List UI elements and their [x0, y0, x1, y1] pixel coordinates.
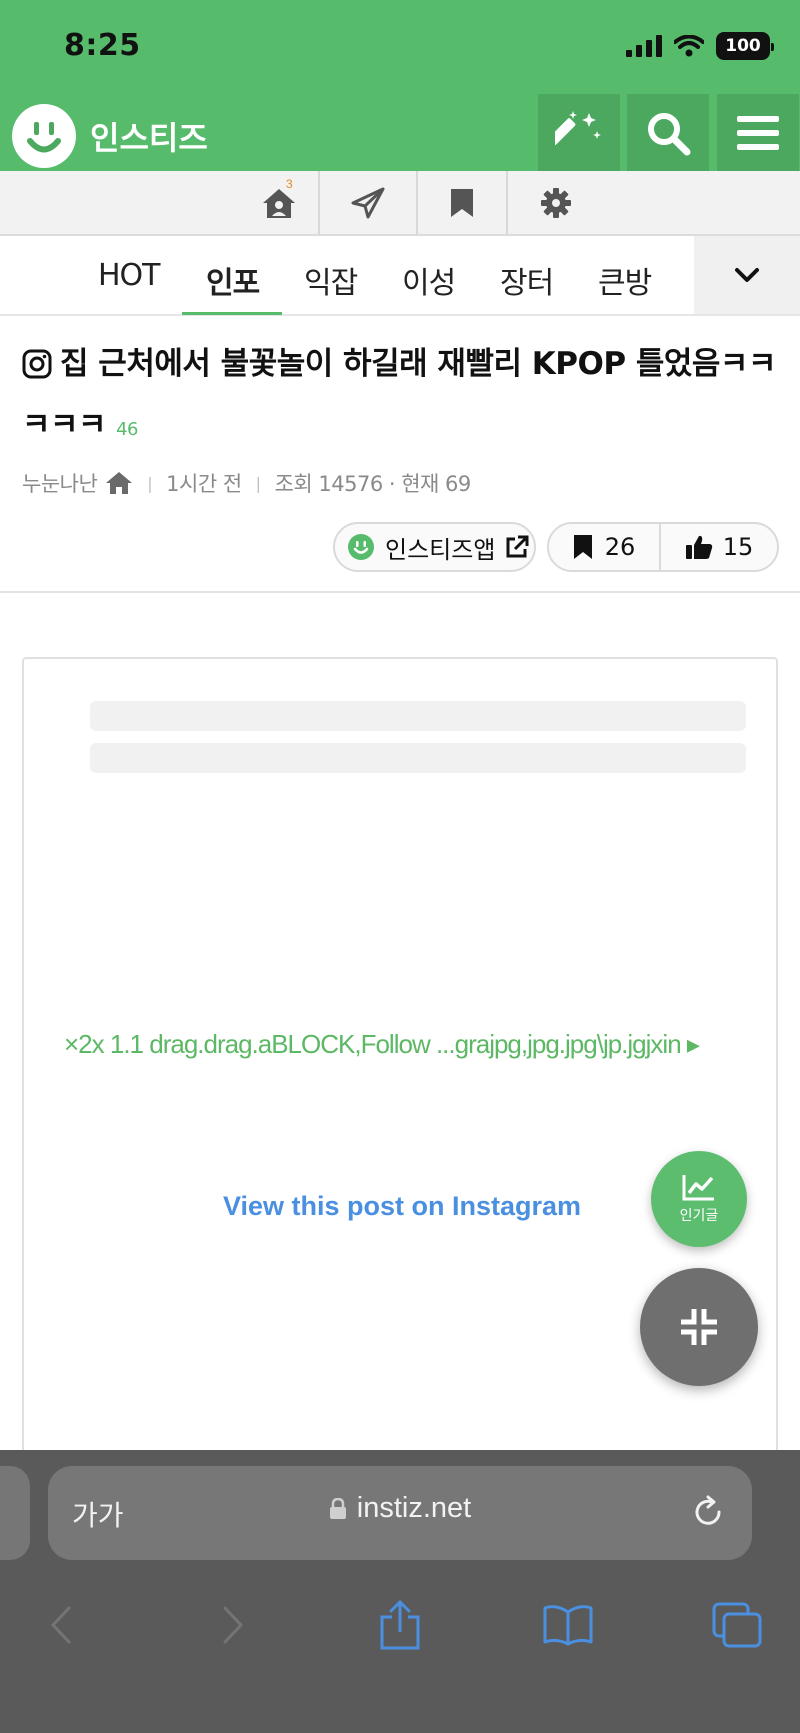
forward-button[interactable] — [198, 1590, 268, 1660]
settings-button[interactable] — [508, 171, 604, 234]
like-button[interactable]: 15 — [661, 524, 777, 570]
signal-icon — [626, 35, 662, 57]
thumbs-up-icon — [685, 535, 712, 559]
magic-wand-button[interactable] — [538, 94, 620, 171]
browser-nav — [0, 1590, 800, 1660]
chevron-down-icon — [735, 268, 759, 282]
home-badge: 3 — [286, 177, 293, 191]
gear-icon — [541, 187, 571, 218]
address-bar[interactable]: 가가 instiz.net — [48, 1466, 752, 1560]
loading-placeholder — [90, 743, 746, 773]
more-tabs-button[interactable] — [694, 236, 800, 314]
bookmark-icon — [451, 188, 473, 217]
url-text: instiz.net — [356, 1492, 472, 1524]
post-views: 조회 14576 · 현재 69 — [274, 472, 472, 496]
tab-iseong[interactable]: 이성 — [402, 258, 456, 302]
tabs-icon — [712, 1602, 762, 1648]
home-icon[interactable] — [105, 471, 133, 495]
lock-icon — [329, 1495, 347, 1528]
my-home-button[interactable]: 3 — [240, 171, 318, 234]
category-tabs: HOT 인포 익잡 이성 장터 큰방 — [0, 236, 800, 316]
post-title: 집 근처에서 불꽃놀이 하길래 재빨리 KPOP 틀었음ㅋㅋㅋㅋㅋ 46 — [22, 336, 782, 458]
post-meta: 누눈나난 | 1시간 전 | 조회 14576 · 현재 69 — [22, 468, 471, 498]
bookmarks-button[interactable] — [418, 171, 506, 234]
paper-plane-icon — [351, 187, 385, 218]
browser-toolbar: 가가 instiz.net — [0, 1450, 800, 1733]
menu-button[interactable] — [717, 94, 799, 171]
menu-icon — [737, 115, 779, 150]
search-button[interactable] — [627, 94, 709, 171]
popular-posts-button[interactable]: 인기글 — [651, 1151, 747, 1247]
messages-button[interactable] — [320, 171, 416, 234]
like-count: 15 — [722, 533, 754, 561]
comment-count[interactable]: 46 — [116, 419, 138, 440]
magic-wand-icon — [555, 110, 601, 145]
instagram-embed[interactable]: ×2x 1.1 drag.drag.aBLOCK,Follow ...grajp… — [22, 657, 778, 1557]
tab-hot[interactable]: HOT — [98, 258, 160, 293]
instagram-icon — [22, 341, 52, 397]
chevron-right-icon — [223, 1606, 244, 1644]
popular-posts-label: 인기글 — [679, 1208, 719, 1224]
reaction-group: 26 15 — [547, 522, 779, 572]
bookmark-count: 26 — [604, 533, 636, 561]
app-logo[interactable]: 인스티즈 — [12, 104, 208, 168]
app-link-label: 인스티즈앱 — [385, 535, 496, 564]
status-icons: 100 — [626, 32, 774, 60]
collapse-icon — [681, 1309, 717, 1345]
battery-indicator: 100 — [716, 32, 774, 60]
tabs-overview-button[interactable] — [702, 1590, 772, 1660]
loading-placeholder — [90, 701, 746, 731]
content-divider — [0, 591, 800, 593]
share-icon — [380, 1600, 420, 1650]
bookmarks-book-button[interactable] — [533, 1590, 603, 1660]
collapse-button[interactable] — [640, 1268, 758, 1386]
tab-market[interactable]: 장터 — [500, 258, 554, 302]
tab-ikjap[interactable]: 익잡 — [304, 258, 358, 302]
home-user-icon — [263, 188, 295, 218]
external-link-icon — [506, 535, 529, 558]
smiley-icon — [348, 534, 374, 560]
search-icon — [648, 112, 691, 155]
home-indicator — [258, 1262, 542, 1272]
back-button[interactable] — [26, 1590, 96, 1660]
smiley-logo-icon — [12, 104, 76, 168]
bookmark-count-button[interactable]: 26 — [549, 524, 661, 570]
book-icon — [543, 1605, 593, 1646]
app-header: 8:25 100 인스티즈 — [0, 0, 800, 171]
tab-info[interactable]: 인포 — [206, 258, 260, 302]
trending-chart-icon — [682, 1175, 714, 1201]
bookmark-icon — [573, 535, 592, 559]
embed-overlay-text: ×2x 1.1 drag.drag.aBLOCK,Follow ...grajp… — [64, 1029, 700, 1059]
active-tab-indicator — [182, 312, 282, 315]
post-time: 1시간 전 — [166, 472, 242, 496]
instiz-app-link[interactable]: 인스티즈앱 — [333, 522, 536, 572]
url-display[interactable]: instiz.net — [48, 1492, 752, 1528]
reload-icon[interactable] — [690, 1494, 726, 1535]
author-name[interactable]: 누눈나난 — [22, 468, 98, 498]
status-time: 8:25 — [64, 28, 141, 63]
app-name: 인스티즈 — [90, 119, 208, 157]
sub-nav: 3 — [0, 171, 800, 236]
previous-tab-peek[interactable] — [0, 1466, 30, 1560]
share-button[interactable] — [365, 1590, 435, 1660]
chevron-left-icon — [50, 1606, 71, 1644]
wifi-icon — [674, 35, 704, 57]
tab-big-room[interactable]: 큰방 — [598, 258, 652, 302]
